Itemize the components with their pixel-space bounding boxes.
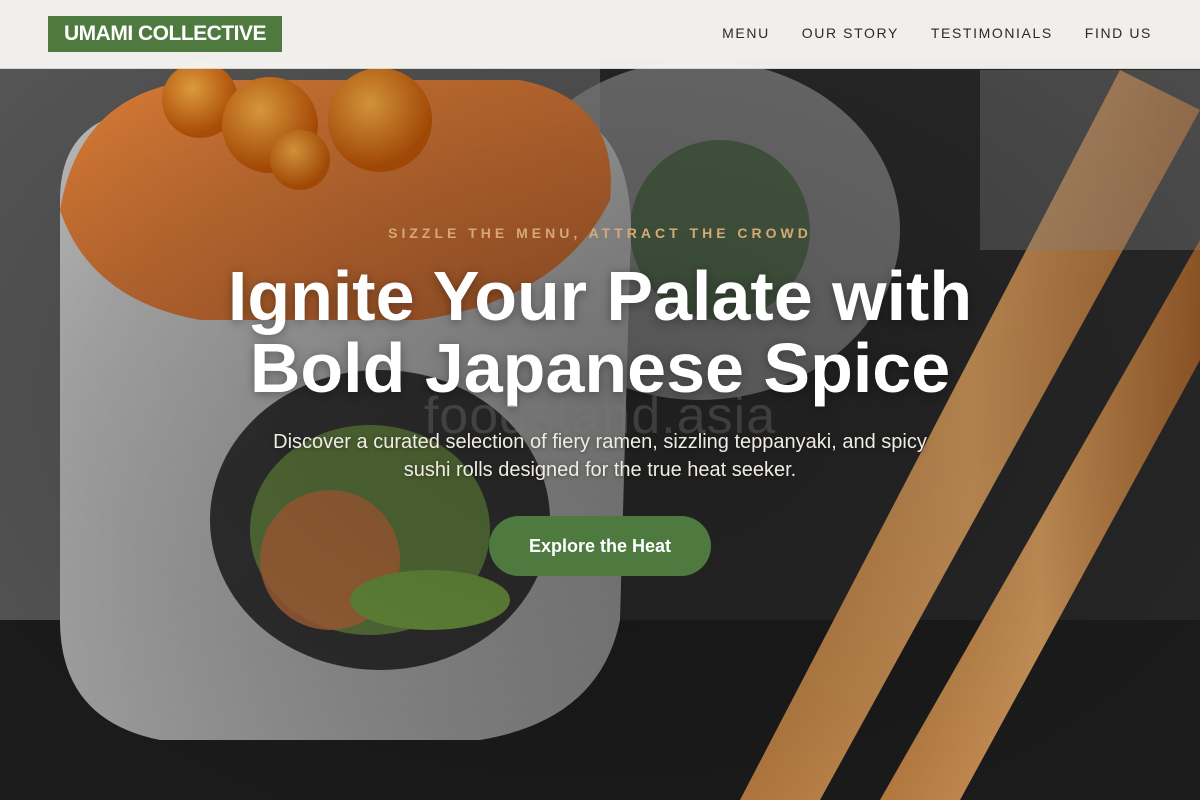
nav-item-our-story: OUR STORY	[802, 25, 899, 43]
main-nav: MENU OUR STORY TESTIMONIALS FIND US	[722, 25, 1152, 43]
hero-headline: Ignite Your Palate with Bold Japanese Sp…	[227, 257, 973, 407]
site-header: UMAMI COLLECTIVE MENU OUR STORY TESTIMON…	[0, 0, 1200, 69]
nav-item-menu: MENU	[722, 25, 770, 43]
hero-content: SIZZLE THE MENU, ATTRACT THE CROWD Ignit…	[0, 0, 1200, 800]
hero-eyebrow: SIZZLE THE MENU, ATTRACT THE CROWD	[388, 225, 812, 241]
brand-logo[interactable]: UMAMI COLLECTIVE	[48, 16, 282, 52]
explore-the-heat-button[interactable]: Explore the Heat	[489, 516, 711, 576]
nav-link-our-story[interactable]: OUR STORY	[802, 25, 899, 41]
nav-link-menu[interactable]: MENU	[722, 25, 770, 41]
nav-item-testimonials: TESTIMONIALS	[931, 25, 1053, 43]
nav-link-find-us[interactable]: FIND US	[1085, 25, 1152, 41]
nav-item-find-us: FIND US	[1085, 25, 1152, 43]
hero-subtext: Discover a curated selection of fiery ra…	[273, 431, 927, 481]
nav-link-testimonials[interactable]: TESTIMONIALS	[931, 25, 1053, 41]
